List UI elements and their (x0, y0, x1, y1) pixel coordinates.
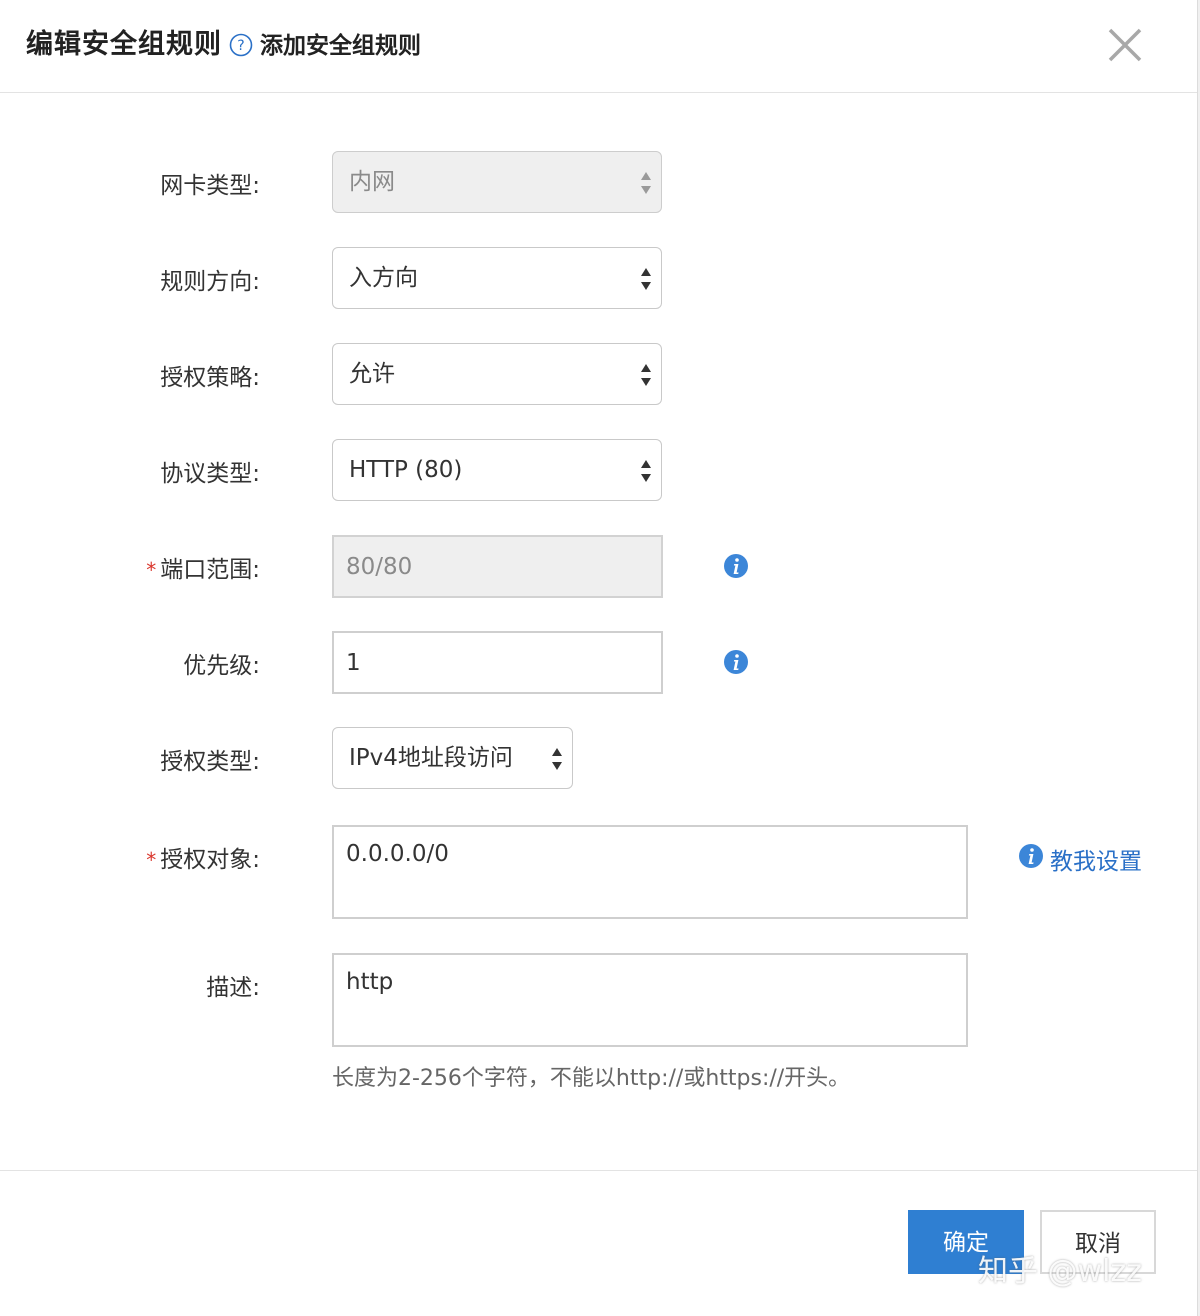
auth-type-value: IPv4地址段访问 (349, 745, 513, 771)
policy-select[interactable]: 允许 (332, 343, 662, 405)
description-textarea[interactable]: http (332, 953, 968, 1047)
required-mark: * (146, 558, 157, 582)
required-mark: * (146, 848, 157, 872)
auth-type-label: 授权类型: (160, 749, 260, 775)
port-range-label: * 端口范围: (0, 550, 260, 584)
add-rule-help-link[interactable]: 添加安全组规则 (260, 26, 421, 60)
watermark: 知乎 @wlzz (978, 1254, 1142, 1289)
info-icon (1019, 844, 1043, 868)
policy-label: 授权策略: (160, 365, 260, 391)
auth-object-textarea[interactable]: 0.0.0.0/0 (332, 825, 968, 919)
close-icon[interactable] (1104, 24, 1146, 66)
dialog-header: 编辑安全组规则 ? 添加安全组规则 (0, 0, 1198, 93)
auth-object-label: * 授权对象: (0, 840, 260, 874)
protocol-value: HTTP (80) (349, 457, 463, 483)
info-icon[interactable] (723, 553, 749, 579)
protocol-label: 协议类型: (160, 461, 260, 487)
nic-type-label: 网卡类型: (160, 173, 260, 199)
port-range-label-text: 端口范围: (160, 557, 260, 583)
protocol-select[interactable]: HTTP (80) (332, 439, 662, 501)
svg-text:?: ? (237, 38, 244, 54)
direction-value: 入方向 (349, 265, 418, 291)
description-hint: 长度为2-256个字符，不能以http://或https://开头。 (332, 1066, 851, 1091)
priority-label: 优先级: (183, 653, 260, 679)
nic-type-value: 内网 (349, 169, 395, 195)
select-arrows-icon (552, 748, 562, 770)
direction-label: 规则方向: (160, 269, 260, 295)
select-arrows-icon (641, 172, 651, 194)
info-icon[interactable] (723, 649, 749, 675)
policy-value: 允许 (349, 361, 395, 387)
port-range-input: 80/80 (332, 535, 663, 598)
teach-me-link-text: 教我设置 (1050, 849, 1142, 875)
priority-input[interactable]: 1 (332, 631, 663, 694)
select-arrows-icon (641, 460, 651, 482)
direction-select[interactable]: 入方向 (332, 247, 662, 309)
auth-type-select[interactable]: IPv4地址段访问 (332, 727, 573, 789)
description-label: 描述: (206, 975, 260, 1001)
nic-type-select: 内网 (332, 151, 662, 213)
footer-divider (0, 1170, 1198, 1171)
select-arrows-icon (641, 364, 651, 386)
auth-object-label-text: 授权对象: (160, 847, 260, 873)
dialog-title: 编辑安全组规则 (26, 29, 222, 60)
security-group-rule-dialog: 编辑安全组规则 ? 添加安全组规则 网卡类型: 内网 规则方向: 入方向 授权策… (0, 0, 1200, 1316)
question-circle-icon[interactable]: ? (229, 33, 253, 57)
select-arrows-icon (641, 268, 651, 290)
